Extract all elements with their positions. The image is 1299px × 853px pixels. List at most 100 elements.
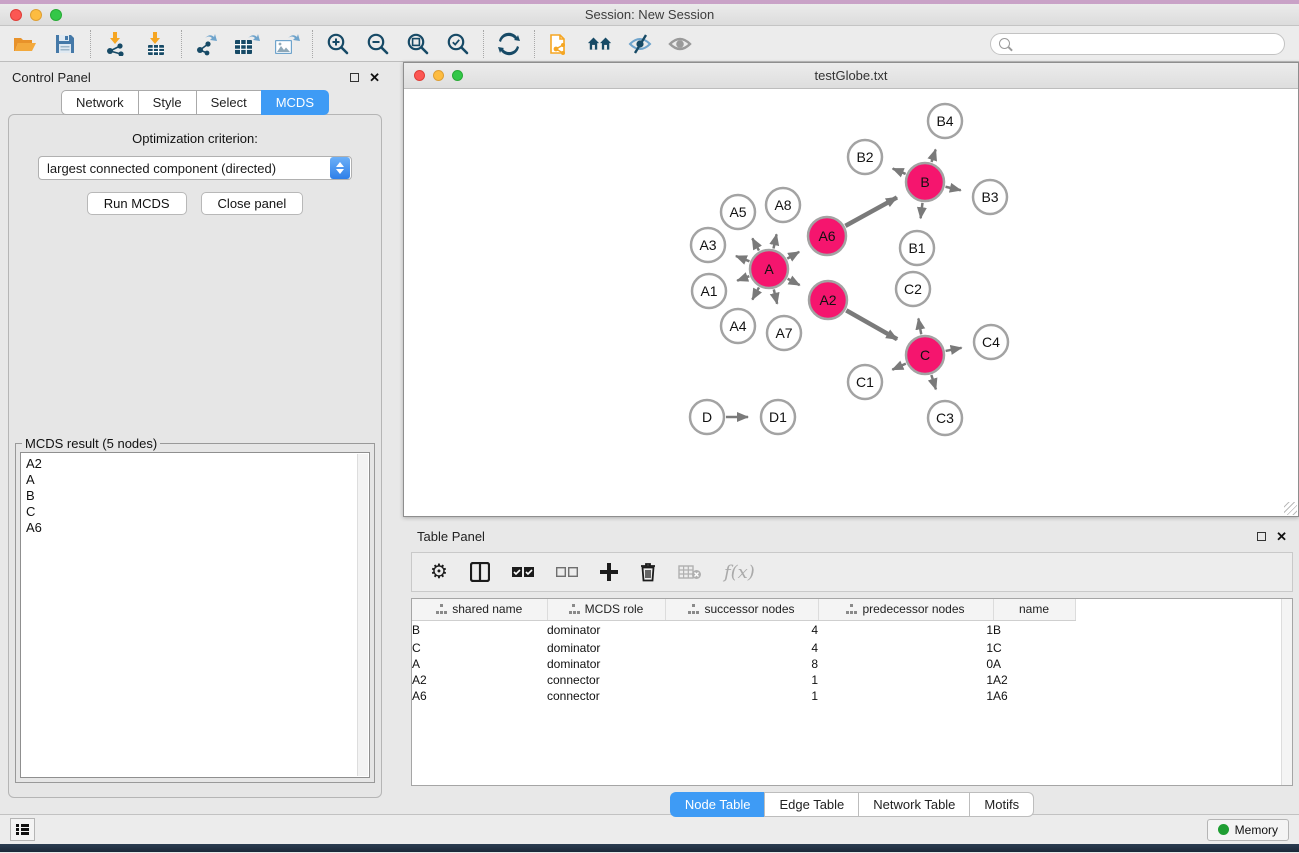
task-history-button[interactable]	[10, 818, 35, 841]
zoom-selected-icon[interactable]	[445, 31, 471, 57]
select-all-columns-icon[interactable]	[512, 560, 534, 584]
export-image-icon[interactable]	[274, 31, 300, 57]
column-header-name[interactable]: name	[993, 599, 1075, 620]
network-canvas[interactable]: B4B2BB3B1A5A8A6A3AA1A4A7A2C2CC4C1C3DD1	[404, 89, 1298, 516]
graph-node-A6[interactable]: A6	[808, 217, 846, 255]
search-field[interactable]	[990, 33, 1285, 55]
graph-node-B2[interactable]: B2	[848, 140, 882, 174]
graph-node-A5[interactable]: A5	[721, 195, 755, 229]
graph-edge-C-C2[interactable]	[918, 319, 921, 335]
float-table-panel-icon[interactable]	[1257, 532, 1266, 541]
graph-node-B[interactable]: B	[906, 163, 944, 201]
mcds-result-list[interactable]: A2 A B C A6	[20, 452, 370, 778]
graph-node-B3[interactable]: B3	[973, 180, 1007, 214]
show-columns-icon[interactable]	[470, 560, 490, 584]
table-row[interactable]: A2connector11A2	[412, 672, 1075, 688]
list-item[interactable]: A	[26, 472, 369, 488]
graph-node-A[interactable]: A	[750, 250, 788, 288]
graph-edge-B-B1[interactable]	[921, 203, 923, 218]
tab-select[interactable]: Select	[196, 90, 261, 115]
graph-node-D1[interactable]: D1	[761, 400, 795, 434]
graph-node-C1[interactable]: C1	[848, 365, 882, 399]
create-column-plus-icon[interactable]	[600, 560, 618, 584]
graph-node-A8[interactable]: A8	[766, 188, 800, 222]
graph-node-C2[interactable]: C2	[896, 272, 930, 306]
tab-motifs[interactable]: Motifs	[969, 792, 1034, 817]
column-header-mcds-role[interactable]: MCDS role	[547, 599, 665, 620]
hide-panel-eye-icon[interactable]	[627, 31, 653, 57]
refresh-icon[interactable]	[496, 31, 522, 57]
search-input[interactable]	[1015, 37, 1276, 51]
graph-edge-A2-C[interactable]	[846, 310, 897, 339]
table-row[interactable]: Bdominator41B	[412, 620, 1075, 640]
graph-edge-C-C4[interactable]	[946, 348, 962, 351]
export-network-icon[interactable]	[194, 31, 220, 57]
tab-node-table[interactable]: Node Table	[670, 792, 765, 817]
save-session-icon[interactable]	[52, 31, 78, 57]
list-item[interactable]: C	[26, 504, 369, 520]
graph-node-A7[interactable]: A7	[767, 316, 801, 350]
deselect-all-columns-icon[interactable]	[556, 560, 578, 584]
table-settings-gear-icon[interactable]: ⚙	[430, 560, 448, 584]
tab-mcds[interactable]: MCDS	[261, 90, 329, 115]
show-all-networks-icon[interactable]	[587, 31, 613, 57]
tab-edge-table[interactable]: Edge Table	[764, 792, 858, 817]
graph-edge-A6-B[interactable]	[845, 197, 897, 225]
open-file-icon[interactable]	[12, 31, 38, 57]
tab-style[interactable]: Style	[138, 90, 196, 115]
graph-edge-A-A2[interactable]	[788, 279, 800, 285]
table-row[interactable]: Adominator80A	[412, 656, 1075, 672]
list-item[interactable]: B	[26, 488, 369, 504]
graph-node-D[interactable]: D	[690, 400, 724, 434]
main-titlebar[interactable]: Session: New Session	[0, 4, 1299, 26]
graph-node-A2[interactable]: A2	[809, 281, 847, 319]
close-panel-icon[interactable]: ✕	[369, 71, 380, 84]
graph-node-A1[interactable]: A1	[692, 274, 726, 308]
graph-node-C3[interactable]: C3	[928, 401, 962, 435]
zoom-fit-icon[interactable]	[405, 31, 431, 57]
network-window-titlebar[interactable]: testGlobe.txt	[404, 63, 1298, 89]
import-table-icon[interactable]	[143, 31, 169, 57]
graph-edge-A-A5[interactable]	[752, 238, 759, 250]
graph-node-B1[interactable]: B1	[900, 231, 934, 265]
table-row[interactable]: Cdominator41C	[412, 640, 1075, 656]
graph-edge-A-A1[interactable]	[737, 276, 749, 280]
delete-column-trash-icon[interactable]	[640, 560, 656, 584]
close-panel-button[interactable]: Close panel	[201, 192, 304, 215]
node-data-table[interactable]: shared name MCDS role successor nodes pr…	[412, 599, 1076, 704]
list-item[interactable]: A2	[26, 456, 369, 472]
graph-node-A3[interactable]: A3	[691, 228, 725, 262]
graph-edge-A-A6[interactable]	[787, 252, 799, 259]
graph-edge-B-B2[interactable]	[893, 169, 906, 174]
column-header-shared-name[interactable]: shared name	[412, 599, 547, 620]
table-scrollbar[interactable]	[1281, 599, 1292, 785]
memory-button[interactable]: Memory	[1207, 819, 1289, 841]
export-table-icon[interactable]	[234, 31, 260, 57]
graph-node-C[interactable]: C	[906, 336, 944, 374]
window-resize-grip[interactable]	[1284, 502, 1297, 515]
table-row[interactable]: A6connector11A6	[412, 688, 1075, 704]
tab-network-table[interactable]: Network Table	[858, 792, 969, 817]
show-panel-eye-icon[interactable]	[667, 31, 693, 57]
column-header-successor-nodes[interactable]: successor nodes	[665, 599, 818, 620]
graph-node-B4[interactable]: B4	[928, 104, 962, 138]
graph-edge-A-A8[interactable]	[773, 234, 776, 248]
graph-node-C4[interactable]: C4	[974, 325, 1008, 359]
delete-table-icon[interactable]	[678, 560, 702, 584]
optimization-criterion-dropdown[interactable]: largest connected component (directed)	[38, 156, 352, 180]
import-network-icon[interactable]	[103, 31, 129, 57]
function-builder-icon[interactable]: f(x)	[724, 560, 755, 584]
result-list-scrollbar[interactable]	[357, 454, 368, 776]
network-graph[interactable]: B4B2BB3B1A5A8A6A3AA1A4A7A2C2CC4C1C3DD1	[404, 89, 1298, 516]
zoom-in-icon[interactable]	[325, 31, 351, 57]
graph-edge-A-A3[interactable]	[736, 256, 750, 261]
column-header-predecessor-nodes[interactable]: predecessor nodes	[818, 599, 993, 620]
graph-edge-A-A7[interactable]	[774, 289, 777, 303]
graph-edge-C-C1[interactable]	[892, 364, 905, 370]
zoom-out-icon[interactable]	[365, 31, 391, 57]
run-mcds-button[interactable]: Run MCDS	[87, 192, 187, 215]
graph-edge-B-B4[interactable]	[932, 150, 936, 163]
graph-edge-C-C3[interactable]	[931, 375, 936, 389]
network-from-file-icon[interactable]	[547, 31, 573, 57]
close-table-panel-icon[interactable]: ✕	[1276, 530, 1287, 543]
